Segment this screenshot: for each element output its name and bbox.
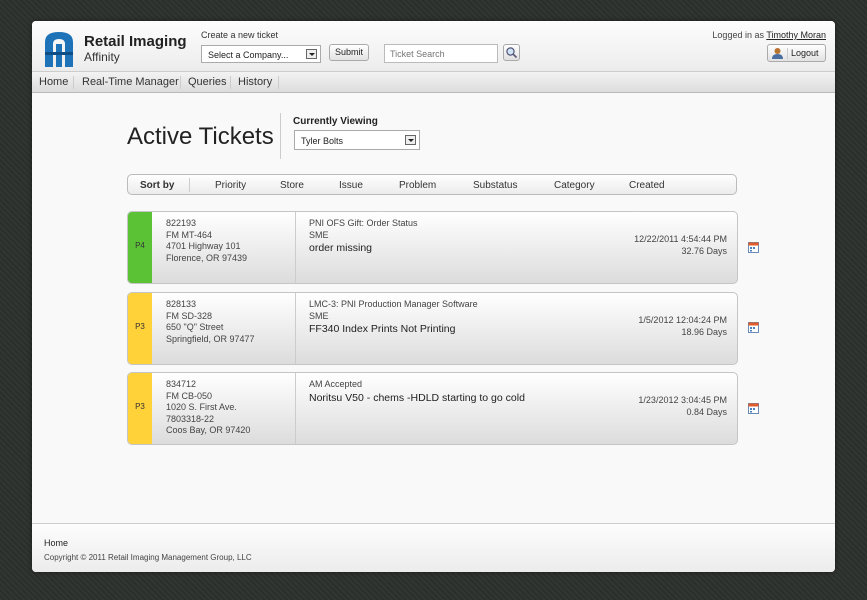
- priority-label: P3: [135, 402, 145, 411]
- ticket-issue-info: PNI OFS Gift: Order Status SME order mis…: [309, 218, 418, 255]
- app-window: Retail Imaging Affinity Create a new tic…: [32, 21, 835, 572]
- sort-by-label: Sort by: [140, 180, 175, 191]
- ticket-age: 18.96 Days: [681, 327, 727, 337]
- company-select-value: Select a Company...: [208, 50, 289, 60]
- footer: Home Copyright © 2011 Retail Imaging Man…: [32, 523, 835, 572]
- ticket-created: 12/22/2011 4:54:44 PM: [634, 234, 727, 244]
- main-nav: Home Real-Time Manager Queries History: [32, 71, 835, 93]
- submit-button[interactable]: Submit: [329, 44, 369, 61]
- ticket-divider: [295, 293, 296, 364]
- store-address-line: Florence, OR 97439: [166, 252, 248, 263]
- app-subtitle: Affinity: [84, 50, 120, 64]
- store-address-line: Coos Bay, OR 97420: [166, 425, 251, 435]
- ticket-substatus: SME: [309, 229, 329, 240]
- ticket-issue-info: LMC-3: PNI Production Manager Software S…: [309, 299, 478, 336]
- ticket-id: 834712: [166, 379, 197, 389]
- nav-history[interactable]: History: [238, 76, 272, 88]
- store-code: FM CB-050: [166, 390, 213, 401]
- ticket-store-info: 822193 FM MT-464 4701 Highway 101 Floren…: [166, 218, 247, 264]
- ticket-divider: [295, 212, 296, 283]
- page-title: Active Tickets: [127, 123, 274, 150]
- priority-label: P3: [135, 322, 145, 331]
- sort-substatus[interactable]: Substatus: [473, 180, 517, 191]
- footer-home-link[interactable]: Home: [44, 538, 68, 548]
- ticket-row[interactable]: P3 828133 FM SD-328 650 "Q" Street Sprin…: [127, 292, 738, 365]
- app-name: Retail Imaging: [84, 33, 187, 50]
- ticket-issue-info: AM Accepted Noritsu V50 - chems -HDLD st…: [309, 379, 525, 405]
- ticket-age: 0.84 Days: [686, 407, 727, 417]
- nav-divider: [180, 76, 181, 89]
- sort-problem[interactable]: Problem: [399, 180, 436, 191]
- viewing-select-value: Tyler Bolts: [301, 136, 344, 146]
- nav-divider: [278, 76, 279, 89]
- store-address-line: 650 "Q" Street: [166, 322, 224, 332]
- ticket-row[interactable]: P3 834712 FM CB-050 1020 S. First Ave. 7…: [127, 372, 738, 445]
- chevron-down-icon: [405, 135, 416, 145]
- ticket-created: 1/5/2012 12:04:24 PM: [638, 315, 727, 325]
- store-code: FM MT-464: [166, 229, 213, 240]
- title-divider: [280, 113, 281, 159]
- ticket-timing: 1/23/2012 3:04:45 PM 0.84 Days: [638, 394, 727, 418]
- sort-priority[interactable]: Priority: [215, 180, 246, 191]
- nav-queries[interactable]: Queries: [188, 76, 227, 88]
- ticket-row[interactable]: P4 822193 FM MT-464 4701 Highway 101 Flo…: [127, 211, 738, 284]
- user-icon: [772, 48, 783, 59]
- ticket-substatus: SME: [309, 310, 329, 321]
- nav-divider: [73, 76, 74, 89]
- nav-home[interactable]: Home: [39, 76, 68, 88]
- calendar-icon[interactable]: [748, 322, 759, 333]
- ticket-store-info: 834712 FM CB-050 1020 S. First Ave. 7803…: [166, 379, 250, 437]
- logout-button[interactable]: Logout: [767, 44, 826, 62]
- ticket-timing: 12/22/2011 4:54:44 PM 32.76 Days: [634, 233, 727, 257]
- chevron-down-icon: [306, 49, 317, 59]
- main-content: Active Tickets Currently Viewing Tyler B…: [32, 93, 835, 523]
- store-address-line: 7803318-22: [166, 413, 215, 424]
- sort-category[interactable]: Category: [554, 180, 595, 191]
- ticket-description: FF340 Index Prints Not Printing: [309, 323, 456, 335]
- user-link[interactable]: Timothy Moran: [766, 30, 826, 40]
- nav-divider: [230, 76, 231, 89]
- currently-viewing-label: Currently Viewing: [293, 116, 378, 127]
- ticket-search-input[interactable]: [384, 44, 498, 63]
- ticket-category: LMC-3: PNI Production Manager Software: [309, 299, 478, 309]
- ticket-description: order missing: [309, 242, 373, 254]
- ticket-id: 822193: [166, 218, 197, 228]
- logged-in-status: Logged in as Timothy Moran: [712, 30, 826, 40]
- ticket-description: Noritsu V50 - chems -HDLD starting to go…: [309, 391, 525, 404]
- store-address-line: 4701 Highway 101: [166, 241, 241, 251]
- store-address-line: Springfield, OR 97477: [166, 333, 255, 344]
- search-icon: [506, 47, 518, 59]
- sort-issue[interactable]: Issue: [339, 180, 363, 191]
- create-ticket-label: Create a new ticket: [201, 30, 279, 40]
- header: Retail Imaging Affinity Create a new tic…: [32, 21, 835, 71]
- ticket-divider: [295, 373, 296, 444]
- ticket-timing: 1/5/2012 12:04:24 PM 18.96 Days: [638, 314, 727, 338]
- ticket-age: 32.76 Days: [681, 246, 727, 256]
- store-address-line: 1020 S. First Ave.: [166, 402, 237, 412]
- ticket-created: 1/23/2012 3:04:45 PM: [638, 395, 727, 405]
- calendar-icon[interactable]: [748, 242, 759, 253]
- ticket-category: PNI OFS Gift: Order Status: [309, 218, 418, 228]
- copyright-text: Copyright © 2011 Retail Imaging Manageme…: [44, 553, 252, 562]
- logout-label: Logout: [791, 48, 819, 58]
- sort-created[interactable]: Created: [629, 180, 665, 191]
- search-button[interactable]: [503, 44, 520, 61]
- sort-bar: Sort by Priority Store Issue Problem Sub…: [127, 174, 737, 195]
- store-code: FM SD-328: [166, 310, 213, 321]
- viewing-select[interactable]: Tyler Bolts: [294, 130, 420, 150]
- logged-in-label: Logged in as: [712, 30, 764, 40]
- company-select[interactable]: Select a Company...: [201, 45, 321, 63]
- ticket-store-info: 828133 FM SD-328 650 "Q" Street Springfi…: [166, 299, 255, 345]
- calendar-icon[interactable]: [748, 403, 759, 414]
- ticket-id: 828133: [166, 299, 197, 309]
- nav-real-time-manager[interactable]: Real-Time Manager: [82, 76, 179, 88]
- sort-store[interactable]: Store: [280, 180, 304, 191]
- sort-divider: [189, 178, 190, 192]
- ticket-category: AM Accepted: [309, 379, 363, 389]
- priority-label: P4: [135, 241, 145, 250]
- logo-icon: [45, 32, 73, 67]
